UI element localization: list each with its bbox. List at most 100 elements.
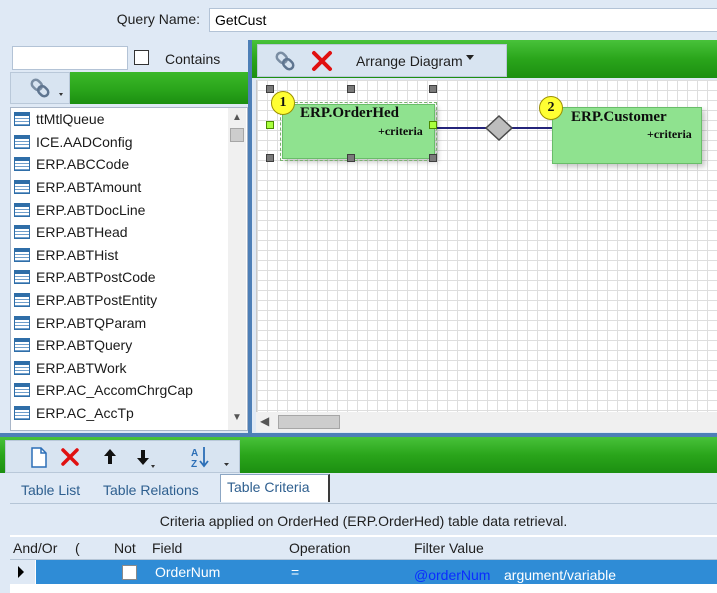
arrange-diagram-button[interactable]: Arrange Diagram [350,46,500,76]
table-list-item-label: ERP.ABTQuery [36,337,133,354]
tab-table-criteria[interactable]: Table Criteria [220,474,330,502]
diagram-scroll-thumb[interactable] [278,415,340,429]
resize-handle[interactable] [266,85,274,93]
table-list-item[interactable]: ERP.ABCCode [11,153,231,176]
query-name-input[interactable] [209,8,717,32]
criteria-info-text: Criteria applied on OrderHed (ERP.OrderH… [10,503,717,535]
move-down-button[interactable] [129,443,157,471]
table-list-item[interactable]: ERP.ABTQParam [11,311,231,334]
resize-handle[interactable] [266,154,274,162]
table-list-item[interactable]: ERP.ABTAmount [11,176,231,199]
column-header-not[interactable]: Not [114,540,136,556]
table-icon [14,338,30,353]
table-icon [14,293,30,308]
table-icon [14,134,30,149]
arrow-up-icon [104,449,116,464]
resize-handle[interactable] [429,154,437,162]
delete-criteria-button[interactable] [56,443,84,471]
current-row-arrow-icon [18,566,24,578]
table-icon [14,406,30,421]
table-list[interactable]: ttMtlQueue ICE.AADConfig ERP.ABCCode ERP.AB… [10,107,248,431]
close-icon [312,51,332,71]
relation-diamond-icon [484,114,514,142]
add-table-button[interactable] [10,72,70,104]
contains-checkbox[interactable] [134,50,149,65]
table-list-item-label: ERP.ABTHead [36,224,128,241]
scroll-thumb[interactable] [230,128,244,142]
delete-table-button[interactable] [305,46,339,76]
table-list-item-label: ERP.ABTHist [36,246,119,263]
table-number-badge: 2 [539,96,563,120]
table-list-item-label: ERP.ABTDocLine [36,201,146,218]
table-list-item-label: ERP.ABTWork [36,359,127,376]
link-icon [30,78,63,98]
table-icon [14,247,30,262]
sort-button[interactable]: A Z [188,443,229,471]
table-list-item[interactable]: ERP.ABTWork [11,357,231,380]
arrange-diagram-label: Arrange Diagram [356,53,463,69]
table-list-item[interactable]: ERP.ABTQuery [11,334,231,357]
not-checkbox[interactable] [122,565,137,580]
tab-table-list[interactable]: Table List [21,476,80,502]
column-header-filter-value[interactable]: Filter Value [414,540,484,556]
table-list-item-label: ERP.AC_AccTp [36,405,134,422]
svg-text:A: A [191,448,198,459]
link-icon [275,51,295,71]
diagram-table-name: ERP.Customer [571,109,667,125]
table-icon [14,315,30,330]
tab-table-relations[interactable]: Table Relations [103,476,199,502]
table-list-item-label: ERP.AC_AccomChrgCap [36,382,193,399]
resize-handle[interactable] [429,85,437,93]
resize-handle[interactable] [347,85,355,93]
column-header-and-or[interactable]: And/Or [13,540,57,556]
filter-value-type: argument/variable [504,567,617,583]
table-icon [14,157,30,172]
diagram-table-name: ERP.OrderHed [300,105,400,121]
table-list-item-label: ICE.AADConfig [36,133,133,150]
svg-text:Z: Z [191,459,197,470]
table-list-item[interactable]: ERP.ABTDocLine [11,198,231,221]
contains-label: Contains [165,51,221,67]
connection-handle[interactable] [266,121,274,129]
link-tables-button[interactable] [268,46,302,76]
table-list-item[interactable]: ERP.AC_AccTp [11,402,231,425]
resize-handle[interactable] [347,154,355,162]
table-list-item[interactable]: ICE.AADConfig [11,131,231,154]
column-header-field[interactable]: Field [152,540,182,556]
new-document-icon [31,447,47,468]
table-icon [14,202,30,217]
move-up-button[interactable] [96,443,124,471]
criteria-operation-cell[interactable]: = [291,564,299,580]
table-number-badge: 1 [271,91,295,115]
table-list-item[interactable]: ERP.ABTHist [11,244,231,267]
table-icon [14,270,30,285]
query-diagram-canvas[interactable]: ERP.OrderHed +criteria 1 ERP.Customer +c… [256,80,717,413]
table-icon [14,225,30,240]
table-list-item[interactable]: ERP.ABTPostCode [11,266,231,289]
table-list-item[interactable]: ERP.AC_AccomChrgCap [11,379,231,402]
column-header-paren[interactable]: ( [75,540,80,556]
table-list-scrollbar[interactable] [228,108,246,430]
table-list-item[interactable]: ttMtlQueue [11,108,231,131]
criteria-field-cell[interactable]: OrderNum [155,564,220,580]
sort-az-icon: A Z [191,447,229,470]
column-header-operation[interactable]: Operation [289,540,350,556]
table-list-item[interactable]: ERP.ABTPostEntity [11,289,231,312]
criteria-link[interactable]: +criteria [647,127,692,142]
scroll-left-arrow-icon[interactable]: ◀ [260,414,269,428]
new-criteria-button[interactable] [24,443,52,471]
table-list-item-label: ERP.ABTPostEntity [36,292,158,309]
scroll-down-arrow-icon[interactable]: ▼ [228,412,246,423]
scroll-up-arrow-icon[interactable]: ▲ [228,112,246,123]
table-search-input[interactable] [12,46,128,70]
caret-down-icon [465,55,474,60]
table-list-item-label: ttMtlQueue [36,111,105,128]
filter-value-variable[interactable]: @orderNum [414,567,490,583]
table-list-item[interactable]: ERP.ABTHead [11,221,231,244]
table-icon [14,360,30,375]
close-icon [61,448,79,466]
table-list-item-label: ERP.ABTQParam [36,314,147,331]
criteria-link[interactable]: +criteria [378,124,423,139]
connection-handle[interactable] [429,121,437,129]
table-list-item-label: ERP.ABTPostCode [36,269,156,286]
